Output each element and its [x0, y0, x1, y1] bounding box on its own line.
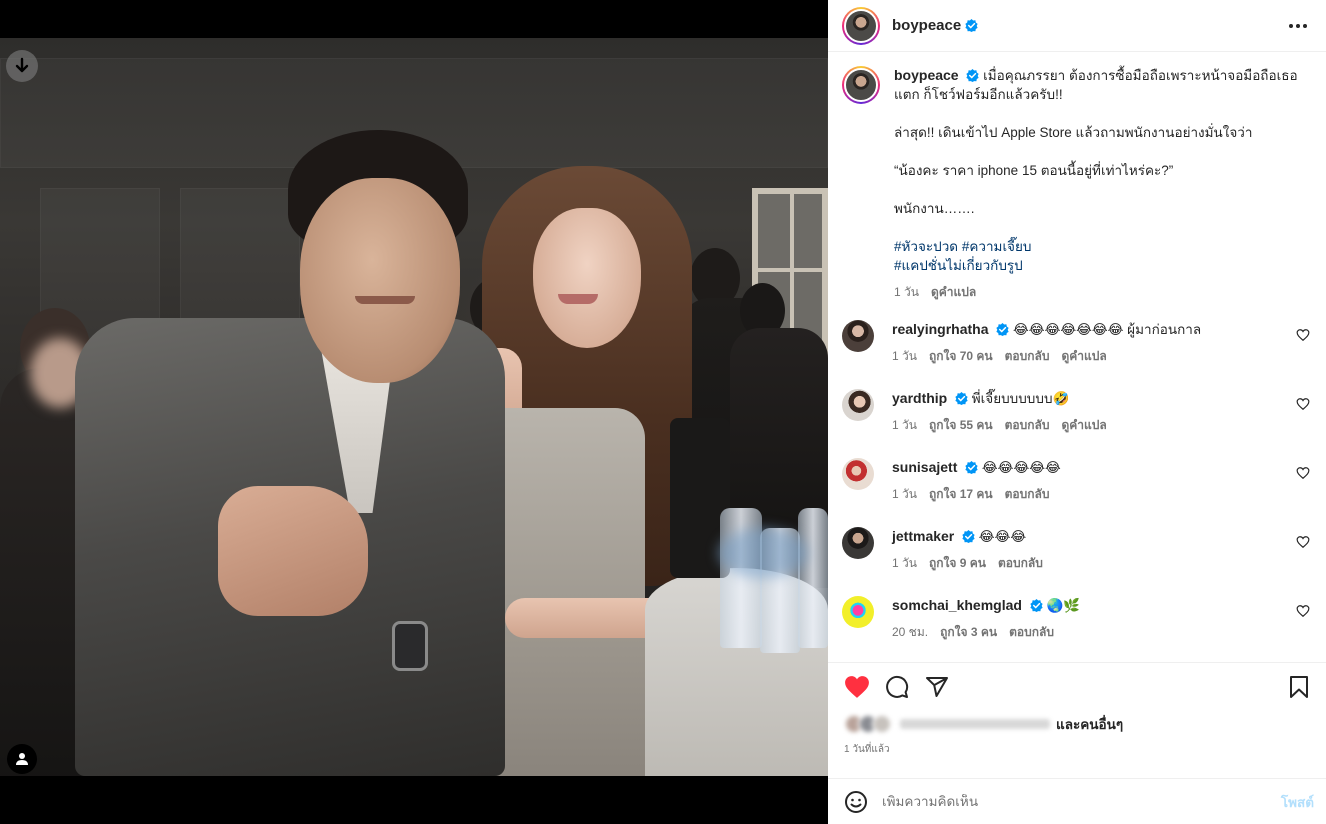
post-actions-bar [828, 662, 1326, 710]
caption-author-avatar[interactable] [842, 66, 880, 104]
reply-button[interactable]: ตอบกลับ [998, 554, 1043, 573]
comment-icon [886, 675, 909, 698]
commenter-avatar[interactable] [842, 596, 874, 628]
caption-paragraph: “น้องคะ ราคา iphone 15 ตอนนี้อยู่ที่เท่า… [894, 163, 1174, 178]
verified-badge-icon [996, 323, 1009, 336]
user-icon [16, 753, 28, 765]
see-translation-link[interactable]: ดูคำแปล [931, 283, 976, 302]
post-modal: boypeace boypeace เมื่อคุณภรรยา ต้องการซ… [0, 0, 1326, 824]
comment-time[interactable]: 1 วัน [892, 347, 917, 366]
comment-text: 🌏🌿 [1046, 598, 1081, 613]
comment-time[interactable]: 1 วัน [892, 485, 917, 504]
commenter-avatar[interactable] [842, 458, 874, 490]
download-button[interactable] [6, 50, 38, 82]
commenter-username[interactable]: jettmaker [892, 528, 954, 544]
comment-time[interactable]: 1 วัน [892, 416, 917, 435]
comment-item: jettmaker 😂😂😂 1 วัน ถูกใจ 9 คน ตอบกลับ [842, 527, 1310, 573]
hashtag-link[interactable]: #แคปชั่นไม่เกี่ยวกับรูป [894, 258, 1023, 273]
author-avatar[interactable] [842, 6, 880, 45]
comment-item: sunisajett 😂😂😂😂😂 1 วัน ถูกใจ 17 คน ตอบกล… [842, 458, 1310, 504]
verified-badge-icon [965, 19, 978, 32]
comment-like-icon[interactable] [1296, 466, 1310, 480]
liker-name-redacted [900, 719, 1050, 729]
verified-badge-icon [1030, 599, 1043, 612]
reply-button[interactable]: ตอบกลับ [1009, 623, 1054, 642]
caption-paragraph: ล่าสุด!! เดินเข้าไป Apple Store แล้วถามพ… [894, 125, 1253, 140]
comment-text: 😂😂😂😂😂 [981, 460, 1061, 475]
post-comment-button[interactable]: โพสต์ [1281, 791, 1314, 813]
likes-summary[interactable]: และคนอื่นๆ [828, 710, 1326, 738]
commenter-avatar[interactable] [842, 320, 874, 352]
commenter-avatar[interactable] [842, 527, 874, 559]
post-timestamp[interactable]: 1 วันที่แล้ว [828, 738, 1326, 778]
comment-likes[interactable]: ถูกใจ 3 คน [940, 623, 997, 642]
comment-button[interactable] [882, 672, 912, 702]
caption-meta: 1 วัน ดูคำแปล [894, 283, 1310, 302]
comment-likes[interactable]: ถูกใจ 70 คน [929, 347, 993, 366]
post-media[interactable] [0, 0, 828, 824]
comment-input[interactable] [882, 794, 1281, 809]
comment-time[interactable]: 1 วัน [892, 554, 917, 573]
comment-item: somchai_khemglad 🌏🌿 20 ชม. ถูกใจ 3 คน ตอ… [842, 596, 1310, 642]
likes-others-link[interactable]: และคนอื่นๆ [1056, 713, 1123, 735]
comment-text: 😂😂😂😂😂😂😂 ผู้มาก่อนกาล [1013, 322, 1202, 337]
commenter-username[interactable]: realyingrhatha [892, 321, 988, 337]
comment-text: 😂😂😂 [978, 529, 1027, 544]
caption-hashtags: #หัวจะปวด #ความเจี๊ยบ #แคปชั่นไม่เกี่ยวก… [894, 237, 1310, 275]
commenter-avatar[interactable] [842, 389, 874, 421]
comment-like-icon[interactable] [1296, 535, 1310, 549]
post-photo [0, 38, 828, 776]
commenter-username[interactable]: yardthip [892, 390, 947, 406]
comment-time[interactable]: 20 ชม. [892, 623, 928, 642]
comment-likes[interactable]: ถูกใจ 55 คน [929, 416, 993, 435]
verified-badge-icon [966, 69, 979, 82]
reply-button[interactable]: ตอบกลับ [1005, 347, 1050, 366]
reply-button[interactable]: ตอบกลับ [1005, 485, 1050, 504]
share-icon [926, 676, 948, 697]
post-header: boypeace [828, 0, 1326, 52]
commenter-username[interactable]: somchai_khemglad [892, 597, 1022, 613]
share-button[interactable] [922, 672, 952, 702]
caption-time[interactable]: 1 วัน [894, 283, 919, 302]
hashtag-link[interactable]: #ความเจี๊ยบ [962, 239, 1032, 254]
caption-paragraph: พนักงาน……. [894, 201, 975, 216]
comment-item: yardthip พี่เจี๊ยบบบบบบ🤣 1 วัน ถูกใจ 55 … [842, 389, 1310, 435]
verified-badge-icon [965, 461, 978, 474]
comments-section[interactable]: boypeace เมื่อคุณภรรยา ต้องการซื้อมือถือ… [828, 52, 1326, 662]
like-button[interactable] [842, 672, 872, 702]
comment-likes[interactable]: ถูกใจ 9 คน [929, 554, 986, 573]
post-caption: boypeace เมื่อคุณภรรยา ต้องการซื้อมือถือ… [842, 66, 1310, 302]
comment-like-icon[interactable] [1296, 397, 1310, 411]
caption-username[interactable]: boypeace [894, 67, 959, 83]
see-translation-link[interactable]: ดูคำแปล [1061, 347, 1106, 366]
verified-badge-icon [962, 530, 975, 543]
comment-likes[interactable]: ถูกใจ 17 คน [929, 485, 993, 504]
more-horizontal-icon [1289, 23, 1307, 28]
comment-item: realyingrhatha 😂😂😂😂😂😂😂 ผู้มาก่อนกาล 1 วั… [842, 320, 1310, 366]
heart-filled-icon [845, 675, 869, 698]
save-button[interactable] [1284, 672, 1314, 702]
comment-like-icon[interactable] [1296, 328, 1310, 342]
commenter-username[interactable]: sunisajett [892, 459, 957, 475]
liker-avatars [844, 714, 892, 734]
bookmark-icon [1290, 675, 1308, 698]
add-comment-bar: โพสต์ [828, 778, 1326, 824]
see-translation-link[interactable]: ดูคำแปล [1061, 416, 1106, 435]
comment-like-icon[interactable] [1296, 604, 1310, 618]
comment-text: พี่เจี๊ยบบบบบบ🤣 [971, 391, 1070, 406]
verified-badge-icon [955, 392, 968, 405]
reply-button[interactable]: ตอบกลับ [1005, 416, 1050, 435]
author-username[interactable]: boypeace [892, 17, 961, 34]
arrow-down-icon [15, 57, 29, 73]
tagged-users-button[interactable] [7, 744, 37, 774]
post-details-panel: boypeace boypeace เมื่อคุณภรรยา ต้องการซ… [828, 0, 1326, 824]
hashtag-link[interactable]: #หัวจะปวด [894, 239, 958, 254]
emoji-icon[interactable] [844, 790, 868, 814]
more-options-button[interactable] [1284, 12, 1312, 40]
